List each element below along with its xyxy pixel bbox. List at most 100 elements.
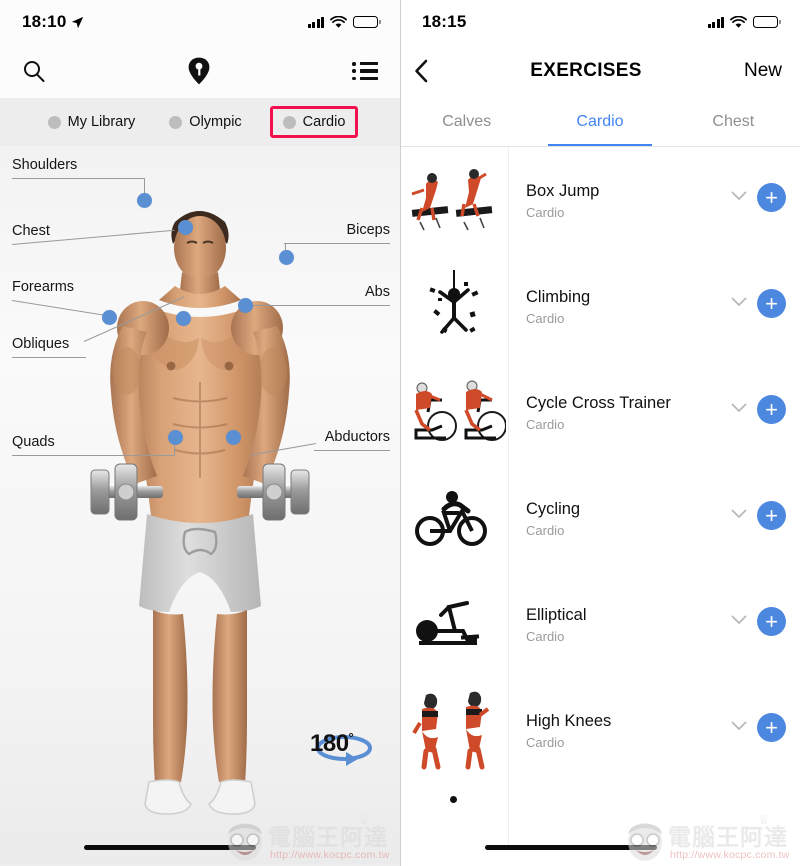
radio-icon xyxy=(169,115,183,129)
list-menu-icon[interactable] xyxy=(352,62,378,80)
table-row[interactable]: High Knees Cardio + xyxy=(400,677,800,783)
muscle-dot-biceps[interactable] xyxy=(279,250,294,265)
tab-chest[interactable]: Chest xyxy=(667,98,800,146)
muscle-dot-abductors[interactable] xyxy=(226,430,241,445)
muscle-dot-chest[interactable] xyxy=(178,220,193,235)
leader-line-abs xyxy=(248,305,390,306)
exercise-list[interactable]: Box Jump Cardio + Climbing Cardio + Cycl… xyxy=(400,147,800,847)
muscle-label-abs[interactable]: Abs xyxy=(365,284,390,300)
exercise-text: Box Jump Cardio xyxy=(526,181,731,220)
table-row[interactable]: Box Jump Cardio + xyxy=(400,147,800,253)
cellular-bars-icon xyxy=(707,16,724,28)
segment-olympic[interactable]: Olympic xyxy=(163,110,247,134)
muscle-dot-forearms[interactable] xyxy=(102,310,117,325)
chevron-down-icon[interactable] xyxy=(731,509,747,519)
exercise-info: Climbing Cardio + xyxy=(508,253,800,326)
segment-label: My Library xyxy=(67,114,136,130)
library-segment-control: My Library Olympic Cardio xyxy=(0,98,400,146)
wifi-icon xyxy=(730,15,747,28)
exercise-text: Cycling Cardio xyxy=(526,499,731,538)
muscle-label-forearms[interactable]: Forearms xyxy=(12,279,74,295)
leader-line-obliques xyxy=(12,357,86,358)
cellular-bars-icon xyxy=(307,16,324,28)
status-icons xyxy=(707,15,781,29)
exercise-category: Cardio xyxy=(526,416,565,432)
add-exercise-button[interactable]: + xyxy=(757,289,786,318)
screen-divider xyxy=(400,0,401,866)
muscle-dot-quads[interactable] xyxy=(168,430,183,445)
search-icon[interactable] xyxy=(22,59,46,83)
segment-cardio[interactable]: Cardio xyxy=(269,106,359,138)
add-exercise-button[interactable]: + xyxy=(757,713,786,742)
exercise-name: High Knees xyxy=(526,712,612,730)
table-row[interactable]: Cycle Cross Trainer Cardio + xyxy=(400,359,800,465)
table-row[interactable]: Elliptical Cardio + xyxy=(400,571,800,677)
table-row[interactable]: Cycling Cardio + xyxy=(400,465,800,571)
muscle-dot-abs[interactable] xyxy=(238,298,253,313)
exercise-name: Cycling xyxy=(526,500,581,518)
chevron-down-icon[interactable] xyxy=(731,297,747,307)
wifi-icon xyxy=(330,15,347,28)
dual-screenshot: 18:10 My Library Olympic Cardio Shoulder… xyxy=(0,0,800,866)
battery-icon xyxy=(353,16,381,28)
chevron-down-icon[interactable] xyxy=(731,721,747,731)
page-title: EXERCISES xyxy=(530,60,642,81)
status-bar: 18:10 xyxy=(0,0,400,44)
plus-icon: + xyxy=(765,503,778,528)
exercise-thumbnail xyxy=(400,465,508,571)
location-arrow-icon xyxy=(72,16,84,28)
plus-icon: + xyxy=(765,609,778,634)
exercise-text: High Knees Cardio xyxy=(526,711,731,750)
muscle-label-obliques[interactable]: Obliques xyxy=(12,336,69,352)
add-exercise-button[interactable]: + xyxy=(757,607,786,636)
exercise-info: Cycling Cardio + xyxy=(508,465,800,538)
muscle-label-shoulders[interactable]: Shoulders xyxy=(12,157,77,173)
exercise-text: Cycle Cross Trainer Cardio xyxy=(526,393,731,432)
muscle-dot-obliques[interactable] xyxy=(176,311,191,326)
chevron-down-icon[interactable] xyxy=(731,403,747,413)
muscle-dot-shoulders[interactable] xyxy=(137,193,152,208)
exercise-thumbnail xyxy=(400,677,508,783)
segment-my-library[interactable]: My Library xyxy=(42,110,142,134)
add-exercise-button[interactable]: + xyxy=(757,501,786,530)
chevron-left-icon xyxy=(415,59,428,83)
muscle-label-chest[interactable]: Chest xyxy=(12,223,50,239)
table-row[interactable]: Climbing Cardio + xyxy=(400,253,800,359)
muscle-label-biceps[interactable]: Biceps xyxy=(346,222,390,238)
add-exercise-button[interactable]: + xyxy=(757,183,786,212)
exercise-name: Cycle Cross Trainer xyxy=(526,394,671,412)
muscle-group-tabs: Calves Cardio Chest xyxy=(400,98,800,146)
exercise-thumbnail xyxy=(400,147,508,253)
back-button[interactable] xyxy=(414,59,428,83)
tab-label: Calves xyxy=(442,113,492,130)
muscle-label-abductors[interactable]: Abductors xyxy=(325,429,390,445)
rotate-value: 180° xyxy=(310,730,354,757)
exercise-text: Elliptical Cardio xyxy=(526,605,731,644)
exercise-name: Box Jump xyxy=(526,182,600,200)
exercise-text: Climbing Cardio xyxy=(526,287,731,326)
add-exercise-button[interactable]: + xyxy=(757,395,786,424)
plus-icon: + xyxy=(765,715,778,740)
plus-icon: + xyxy=(765,185,778,210)
exercise-category: Cardio xyxy=(526,522,565,538)
climbing-illustration xyxy=(429,270,479,334)
exercise-name: Elliptical xyxy=(526,606,587,624)
chevron-down-icon[interactable] xyxy=(731,615,747,625)
chevron-down-icon[interactable] xyxy=(731,191,747,201)
box-jump-illustration xyxy=(411,169,493,231)
tab-calves[interactable]: Calves xyxy=(400,98,533,146)
tab-cardio[interactable]: Cardio xyxy=(533,98,666,146)
exercise-name: Climbing xyxy=(526,288,591,306)
muscle-label-quads[interactable]: Quads xyxy=(12,434,55,450)
leader-line-biceps xyxy=(284,243,390,244)
exercise-info: Elliptical Cardio + xyxy=(508,571,800,644)
status-time: 18:10 xyxy=(22,12,67,31)
new-exercise-button[interactable]: New xyxy=(744,60,782,82)
rotate-180-button[interactable]: 180° xyxy=(306,726,382,772)
exercises-navbar: EXERCISES New xyxy=(400,44,800,98)
page-indicator-dot xyxy=(450,796,457,803)
high-knees-illustration xyxy=(412,691,490,770)
right-phone-screen: 18:15 EXERCISES New Calves Cardio Chest … xyxy=(400,0,800,866)
exercise-category: Cardio xyxy=(526,204,565,220)
home-indicator xyxy=(84,845,256,850)
